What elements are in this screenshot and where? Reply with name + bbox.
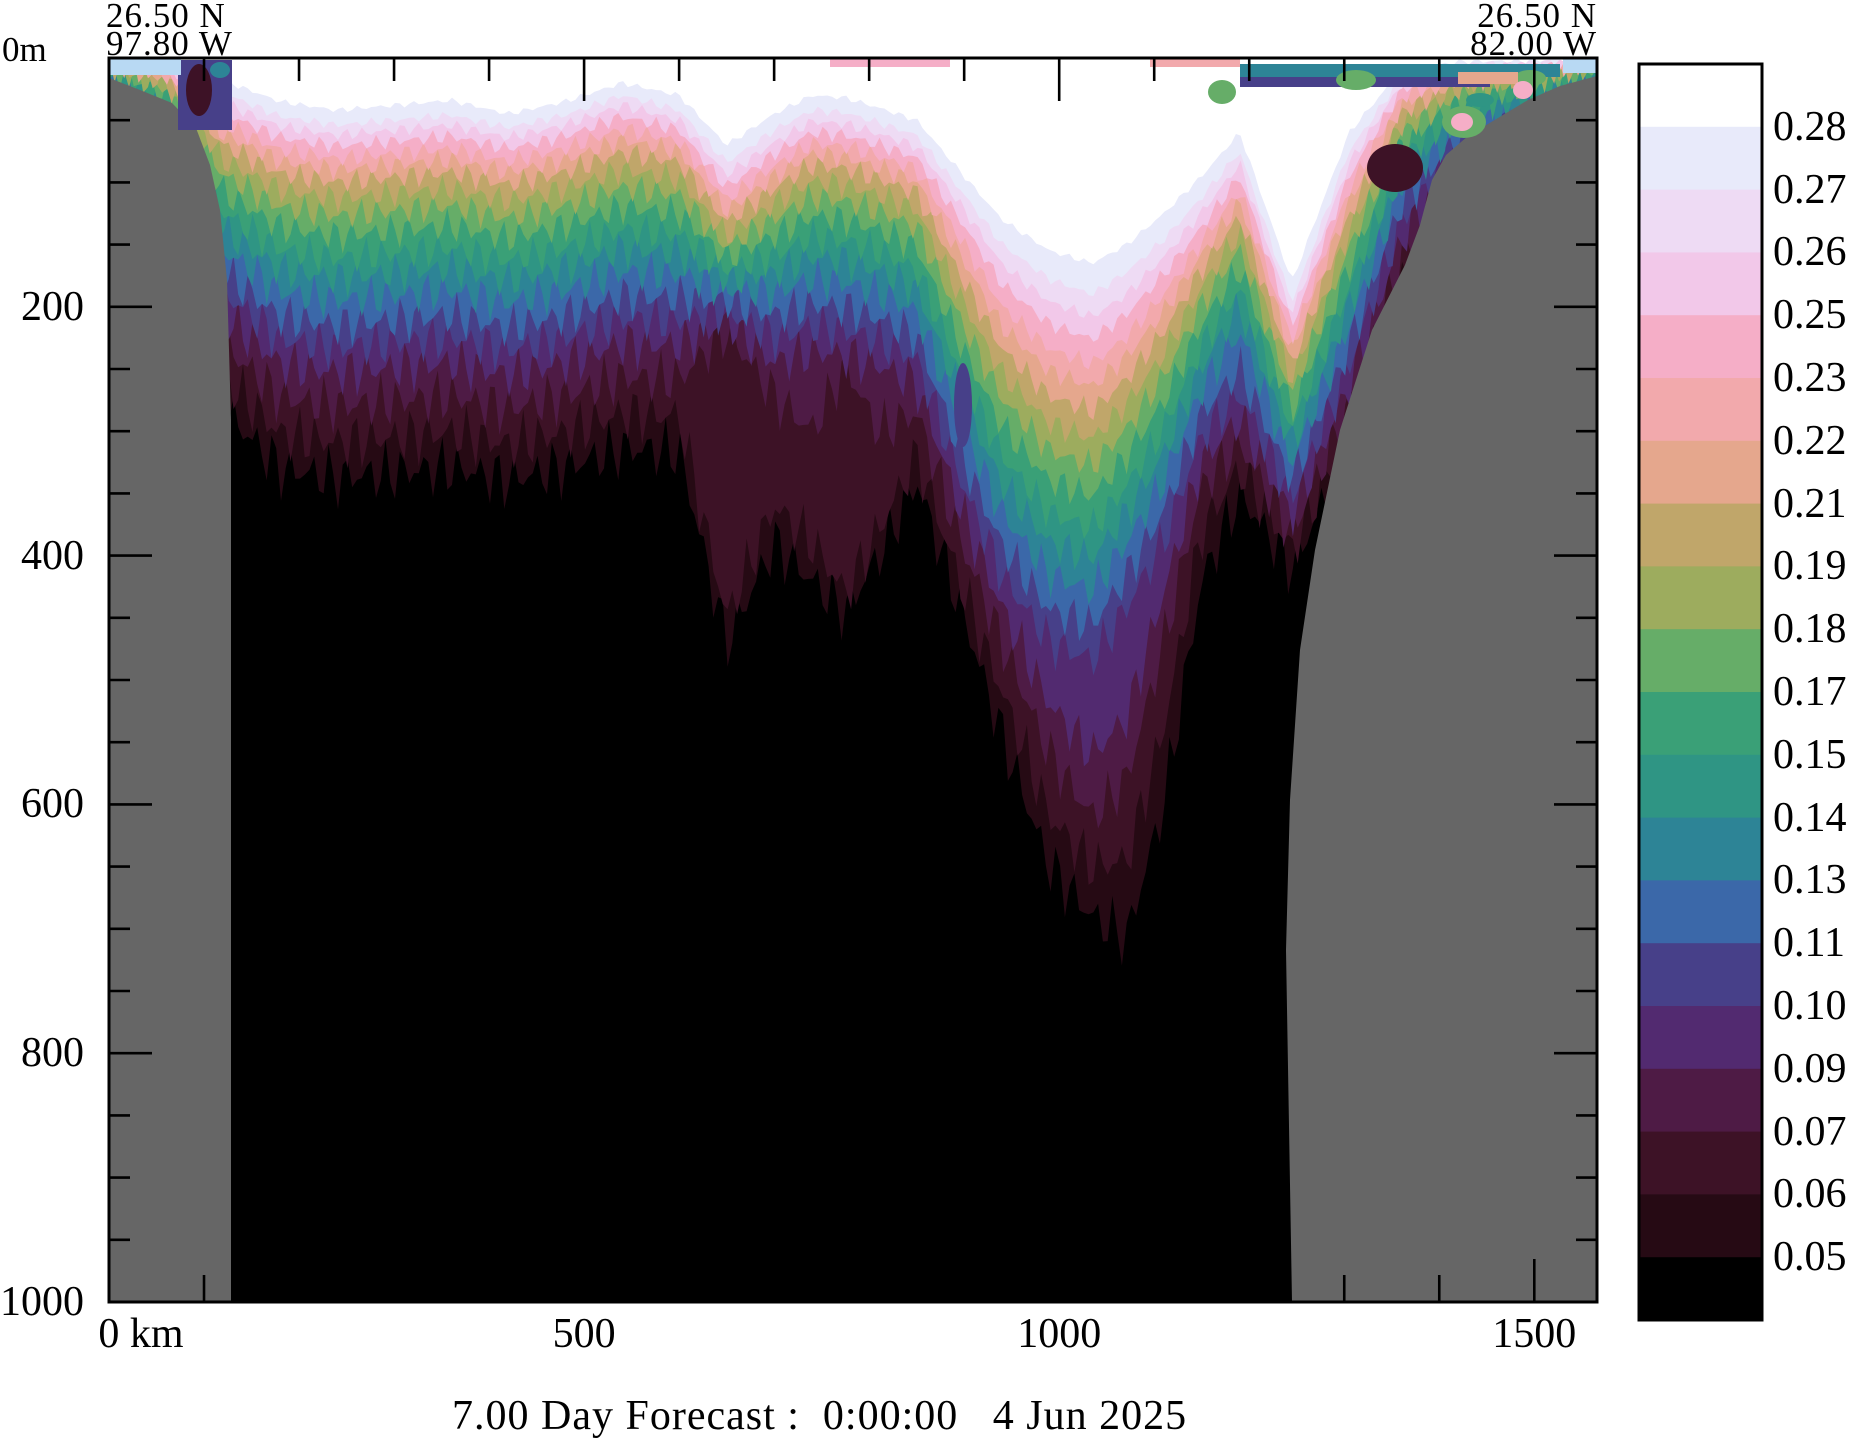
distance-axis-label-500: 500: [474, 1312, 694, 1356]
ocean-section-chart: 26.50 N 97.80 W 26.50 N 82.00 W 0m 200 40…: [0, 0, 1865, 1442]
bathymetry-left: [109, 78, 231, 1302]
speckle: [1458, 72, 1518, 84]
colorbar-segment: [1639, 629, 1762, 692]
section-start-coordinates: 26.50 N 97.80 W: [106, 2, 233, 58]
distance-axis-label-1500: 1500: [1424, 1312, 1644, 1356]
colorbar-label-0.18: 0.18: [1773, 607, 1865, 651]
colorbar-segment: [1639, 755, 1762, 818]
colorbar-label-0.15: 0.15: [1773, 733, 1865, 777]
colorbar: [1639, 64, 1762, 1321]
speckle: [1367, 144, 1423, 192]
start-longitude: 97.80 W: [106, 30, 233, 58]
speckle: [186, 64, 212, 116]
end-longitude: 82.00 W: [1340, 30, 1597, 58]
colorbar-segment: [1639, 1257, 1762, 1320]
speckle: [210, 62, 230, 78]
colorbar-label-0.11: 0.11: [1773, 921, 1865, 965]
colorbar-label-0.22: 0.22: [1773, 419, 1865, 463]
colorbar-segment: [1639, 1194, 1762, 1257]
colorbar-segment: [1639, 441, 1762, 504]
contour-plot-canvas: [0, 0, 1865, 1442]
depth-axis-label-200: 200: [0, 285, 84, 329]
colorbar-label-0.25: 0.25: [1773, 293, 1865, 337]
speckle: [1336, 70, 1376, 90]
colorbar-label-0.27: 0.27: [1773, 168, 1865, 212]
colorbar-label-0.28: 0.28: [1773, 105, 1865, 149]
colorbar-label-0.06: 0.06: [1773, 1172, 1865, 1216]
colorbar-label-0.23: 0.23: [1773, 356, 1865, 400]
colorbar-segment: [1639, 818, 1762, 881]
colorbar-label-0.05: 0.05: [1773, 1235, 1865, 1279]
colorbar-label-0.09: 0.09: [1773, 1047, 1865, 1091]
colorbar-segment: [1639, 64, 1762, 127]
section-end-coordinates: 26.50 N 82.00 W: [1340, 2, 1597, 58]
forecast-caption: 7.00 Day Forecast : 0:00:00 4 Jun 2025: [452, 1392, 1187, 1440]
colorbar-segment: [1639, 1132, 1762, 1195]
colorbar-label-0.26: 0.26: [1773, 230, 1865, 274]
speckle: [1150, 59, 1240, 67]
colorbar-segment: [1639, 378, 1762, 441]
colorbar-label-0.19: 0.19: [1773, 544, 1865, 588]
colorbar-label-0.10: 0.10: [1773, 984, 1865, 1028]
depth-axis-zero-label: 0m: [2, 30, 47, 70]
distance-axis-label-0: 0 km: [31, 1312, 251, 1356]
colorbar-segment: [1639, 692, 1762, 755]
colorbar-label-0.14: 0.14: [1773, 796, 1865, 840]
distance-axis-label-1000: 1000: [949, 1312, 1169, 1356]
colorbar-segment: [1639, 1006, 1762, 1069]
speckle: [1208, 80, 1236, 104]
speckle: [1451, 113, 1473, 131]
depth-axis-label-800: 800: [0, 1031, 84, 1075]
colorbar-segment: [1639, 127, 1762, 190]
colorbar-segment: [1639, 252, 1762, 315]
depth-axis-label-600: 600: [0, 782, 84, 826]
colorbar-label-0.13: 0.13: [1773, 858, 1865, 902]
colorbar-segment: [1639, 1069, 1762, 1132]
speckle: [1466, 93, 1494, 107]
colorbar-segment: [1639, 315, 1762, 378]
colorbar-segment: [1639, 566, 1762, 629]
depth-axis-label-400: 400: [0, 534, 84, 578]
colorbar-label-0.17: 0.17: [1773, 670, 1865, 714]
speckle: [954, 363, 972, 447]
colorbar-segment: [1639, 880, 1762, 943]
speckle: [830, 59, 950, 67]
colorbar-label-0.07: 0.07: [1773, 1110, 1865, 1154]
colorbar-label-0.21: 0.21: [1773, 482, 1865, 526]
colorbar-segment: [1639, 943, 1762, 1006]
speckle: [1513, 81, 1533, 99]
colorbar-segment: [1639, 190, 1762, 253]
colorbar-segment: [1639, 504, 1762, 567]
